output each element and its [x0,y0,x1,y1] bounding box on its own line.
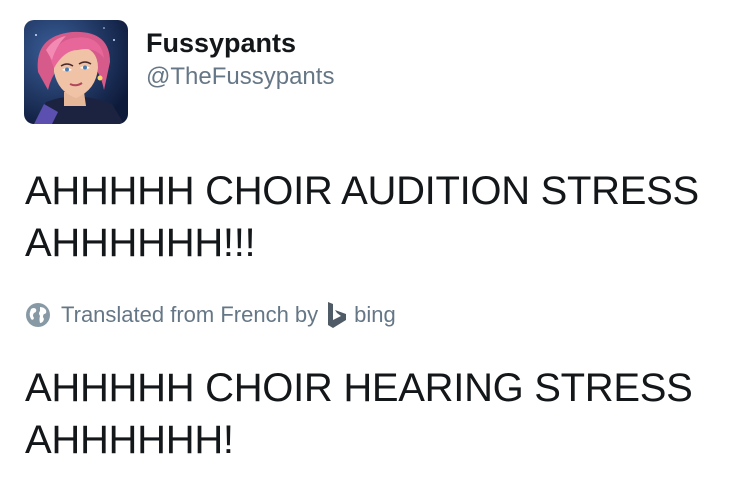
bing-logo-icon[interactable] [326,301,348,329]
display-name[interactable]: Fussypants [146,26,334,60]
original-tweet-text: AHHHHH CHOIR AUDITION STRESS AHHHHHH!!! [25,169,699,265]
user-handle[interactable]: @TheFussypants [146,62,334,92]
user-names: Fussypants @TheFussypants [146,26,334,92]
avatar-illustration [24,20,128,124]
avatar[interactable] [24,20,128,124]
globe-icon [26,303,50,327]
translation-label: Translated from French by [61,302,319,327]
translated-tweet-text: AHHHHH CHOIR HEARING STRESS AHHHHHH! [25,366,693,462]
translation-attribution: Translated from French by bing [25,298,396,332]
translation-provider[interactable]: bing [354,302,396,328]
tweet-header: Fussypants @TheFussypants [24,20,334,124]
